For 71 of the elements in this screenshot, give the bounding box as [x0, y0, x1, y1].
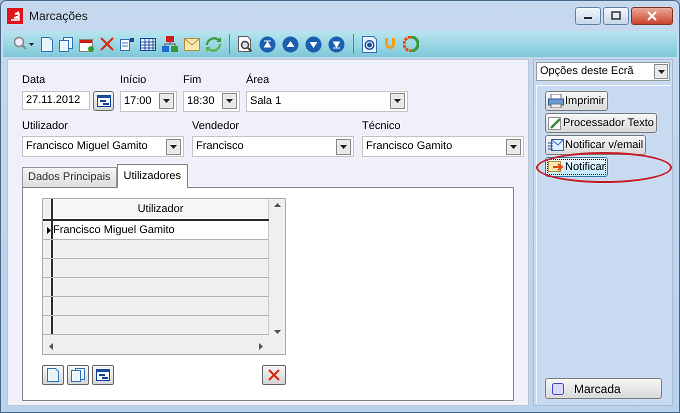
scroll-down-icon[interactable] — [274, 330, 280, 334]
table-cell: Francisco Miguel Gamito — [53, 221, 269, 239]
scroll-up-icon[interactable] — [274, 203, 280, 207]
copy-document-icon[interactable] — [59, 36, 73, 52]
form-icon — [96, 369, 110, 381]
time-dropdown[interactable]: 18:30 — [183, 90, 240, 112]
last-record-icon[interactable] — [328, 36, 345, 52]
copy-icon — [71, 368, 85, 382]
minimize-button[interactable] — [575, 7, 601, 25]
document-icon — [47, 368, 59, 382]
first-record-icon[interactable] — [259, 36, 276, 52]
field-label: Fim — [183, 73, 202, 88]
side-button[interactable]: Notificar — [545, 157, 608, 177]
field-label: Área — [246, 72, 270, 88]
calendar-button[interactable] — [93, 90, 114, 110]
copy-row-button[interactable] — [67, 365, 89, 385]
close-button[interactable] — [631, 7, 673, 25]
field-label: Utilizador — [22, 118, 69, 134]
area-dropdown[interactable]: Sala 1 — [246, 90, 408, 112]
pencil-icon — [548, 116, 562, 130]
search-icon[interactable] — [13, 36, 35, 52]
dropdown-arrow-icon — [510, 144, 517, 148]
scroll-right-icon[interactable] — [259, 342, 263, 350]
table-icon[interactable] — [140, 38, 156, 50]
date-field[interactable]: 27.11.2012 — [22, 90, 90, 110]
close-icon — [647, 11, 657, 21]
app-logo-icon — [7, 8, 23, 24]
side-button[interactable]: Imprimir — [545, 91, 608, 111]
help-icon[interactable] — [362, 36, 377, 52]
window-title: Marcações — [29, 8, 88, 25]
maximize-button[interactable] — [603, 7, 629, 25]
field-label: Início — [120, 73, 148, 88]
dropdown-arrow-icon — [170, 144, 177, 148]
tab[interactable]: Utilizadores — [116, 164, 188, 188]
calendar-icon — [96, 94, 110, 106]
dropdown-arrow-icon — [340, 144, 347, 148]
properties-button[interactable] — [92, 365, 114, 385]
field-label: Vendedor — [192, 118, 240, 134]
maximize-icon — [611, 11, 621, 21]
new-document-icon[interactable] — [41, 36, 53, 52]
properties-icon[interactable] — [120, 37, 134, 51]
new-row-button[interactable] — [42, 365, 64, 385]
delete-icon — [268, 369, 280, 381]
user-dropdown[interactable]: Francisco — [192, 136, 354, 157]
previous-record-icon[interactable] — [282, 36, 299, 52]
scroll-left-icon[interactable] — [49, 342, 53, 350]
next-record-icon[interactable] — [305, 36, 322, 52]
status-square-icon — [552, 382, 564, 394]
user-dropdown[interactable]: Francisco Miguel Gamito — [22, 136, 184, 157]
calendar-icon[interactable] — [79, 36, 94, 52]
delete-icon[interactable] — [100, 37, 114, 51]
time-dropdown[interactable]: 17:00 — [120, 90, 177, 112]
preview-icon[interactable] — [238, 36, 253, 52]
column-header[interactable]: Utilizador — [53, 199, 269, 219]
printer-icon — [548, 94, 564, 108]
field-label: Data — [22, 73, 46, 88]
dropdown-arrow-icon — [658, 70, 664, 74]
status-button[interactable]: Marcada — [545, 378, 662, 399]
refresh-icon[interactable] — [403, 36, 419, 52]
field-label: Técnico — [362, 118, 402, 134]
dropdown-arrow-icon — [394, 99, 401, 103]
dropdown-arrow-icon — [163, 99, 170, 103]
user-dropdown[interactable]: Francisco Gamito — [362, 136, 524, 157]
hierarchy-icon[interactable] — [162, 36, 178, 52]
side-button[interactable]: Notificar v/email — [545, 135, 646, 155]
envelope-icon — [548, 138, 564, 152]
side-button[interactable]: Processador Texto — [545, 113, 657, 133]
tab[interactable]: Dados Principais — [22, 167, 117, 187]
dropdown-arrow-icon — [226, 99, 233, 103]
options-dropdown[interactable]: Opções deste Ecrã — [536, 62, 670, 81]
delete-row-button[interactable] — [262, 365, 286, 385]
